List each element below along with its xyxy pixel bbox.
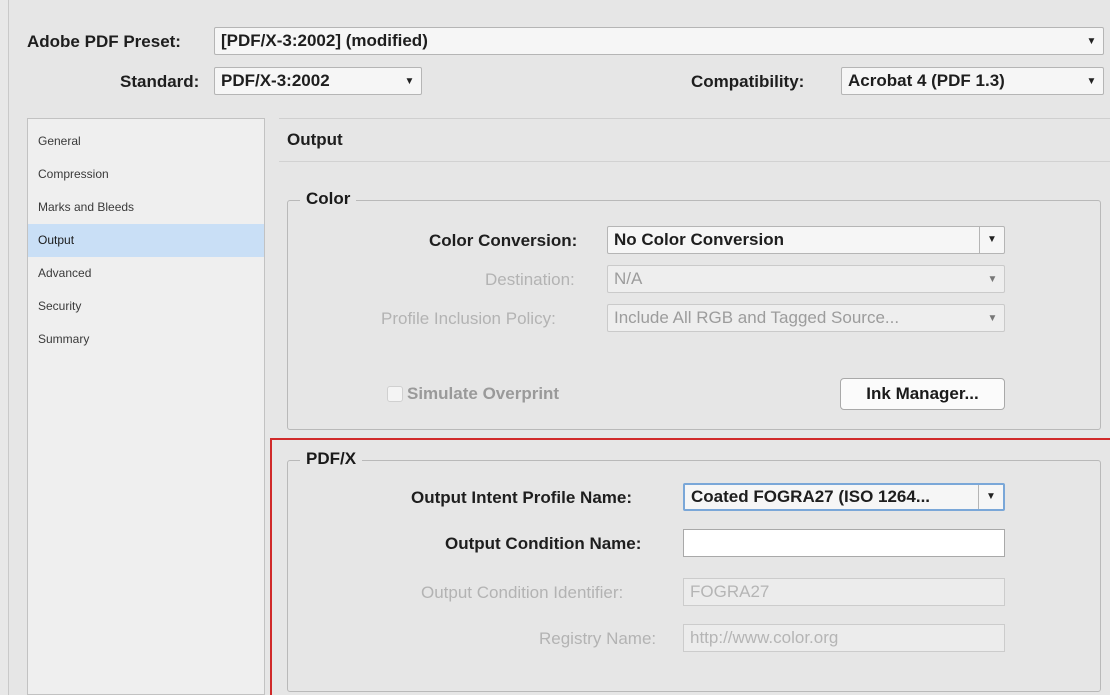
destination-label: Destination: [485, 270, 575, 289]
sidebar-item-security[interactable]: Security [28, 290, 264, 323]
simulate-overprint-label: Simulate Overprint [407, 384, 560, 403]
chevron-down-icon: ▼ [404, 76, 415, 87]
chevron-down-icon: ▼ [1086, 76, 1097, 87]
color-conversion-dropdown[interactable]: No Color Conversion ▼ [607, 226, 1005, 254]
sidebar-item-advanced[interactable]: Advanced [28, 257, 264, 290]
chevron-down-icon: ▼ [979, 227, 1004, 253]
profile-inclusion-dropdown[interactable]: Include All RGB and Tagged Source... ▼ [607, 304, 1005, 332]
highlight-box [270, 438, 1110, 695]
color-conversion-value: No Color Conversion [614, 230, 785, 249]
category-sidebar: General Compression Marks and Bleeds Out… [27, 118, 265, 695]
profile-inclusion-label: Profile Inclusion Policy: [381, 309, 556, 328]
simulate-overprint-checkbox[interactable] [387, 386, 403, 402]
profile-inclusion-value: Include All RGB and Tagged Source... [614, 308, 900, 327]
sidebar-item-general[interactable]: General [28, 125, 264, 158]
preset-dropdown[interactable]: [PDF/X-3:2002] (modified) ▼ [214, 27, 1104, 55]
compatibility-dropdown[interactable]: Acrobat 4 (PDF 1.3) ▼ [841, 67, 1104, 95]
standard-label: Standard: [120, 72, 200, 91]
chevron-down-icon: ▼ [987, 274, 998, 285]
sidebar-item-summary[interactable]: Summary [28, 323, 264, 356]
chevron-down-icon: ▼ [1086, 36, 1097, 47]
compatibility-value: Acrobat 4 (PDF 1.3) [848, 71, 1005, 90]
compatibility-label: Compatibility: [691, 72, 805, 91]
chevron-down-icon: ▼ [987, 313, 998, 324]
ink-manager-button[interactable]: Ink Manager... [840, 378, 1005, 410]
color-group-legend: Color [300, 189, 357, 209]
page-title: Output [287, 130, 343, 149]
panel-header: Output [279, 118, 1110, 162]
standard-value: PDF/X-3:2002 [221, 71, 330, 90]
preset-label: Adobe PDF Preset: [27, 32, 181, 51]
color-conversion-label: Color Conversion: [429, 231, 578, 250]
destination-dropdown[interactable]: N/A ▼ [607, 265, 1005, 293]
sidebar-item-marks-and-bleeds[interactable]: Marks and Bleeds [28, 191, 264, 224]
sidebar-item-compression[interactable]: Compression [28, 158, 264, 191]
standard-dropdown[interactable]: PDF/X-3:2002 ▼ [214, 67, 422, 95]
preset-value: [PDF/X-3:2002] (modified) [221, 31, 428, 50]
sidebar-item-output[interactable]: Output [28, 224, 264, 257]
destination-value: N/A [614, 269, 643, 288]
